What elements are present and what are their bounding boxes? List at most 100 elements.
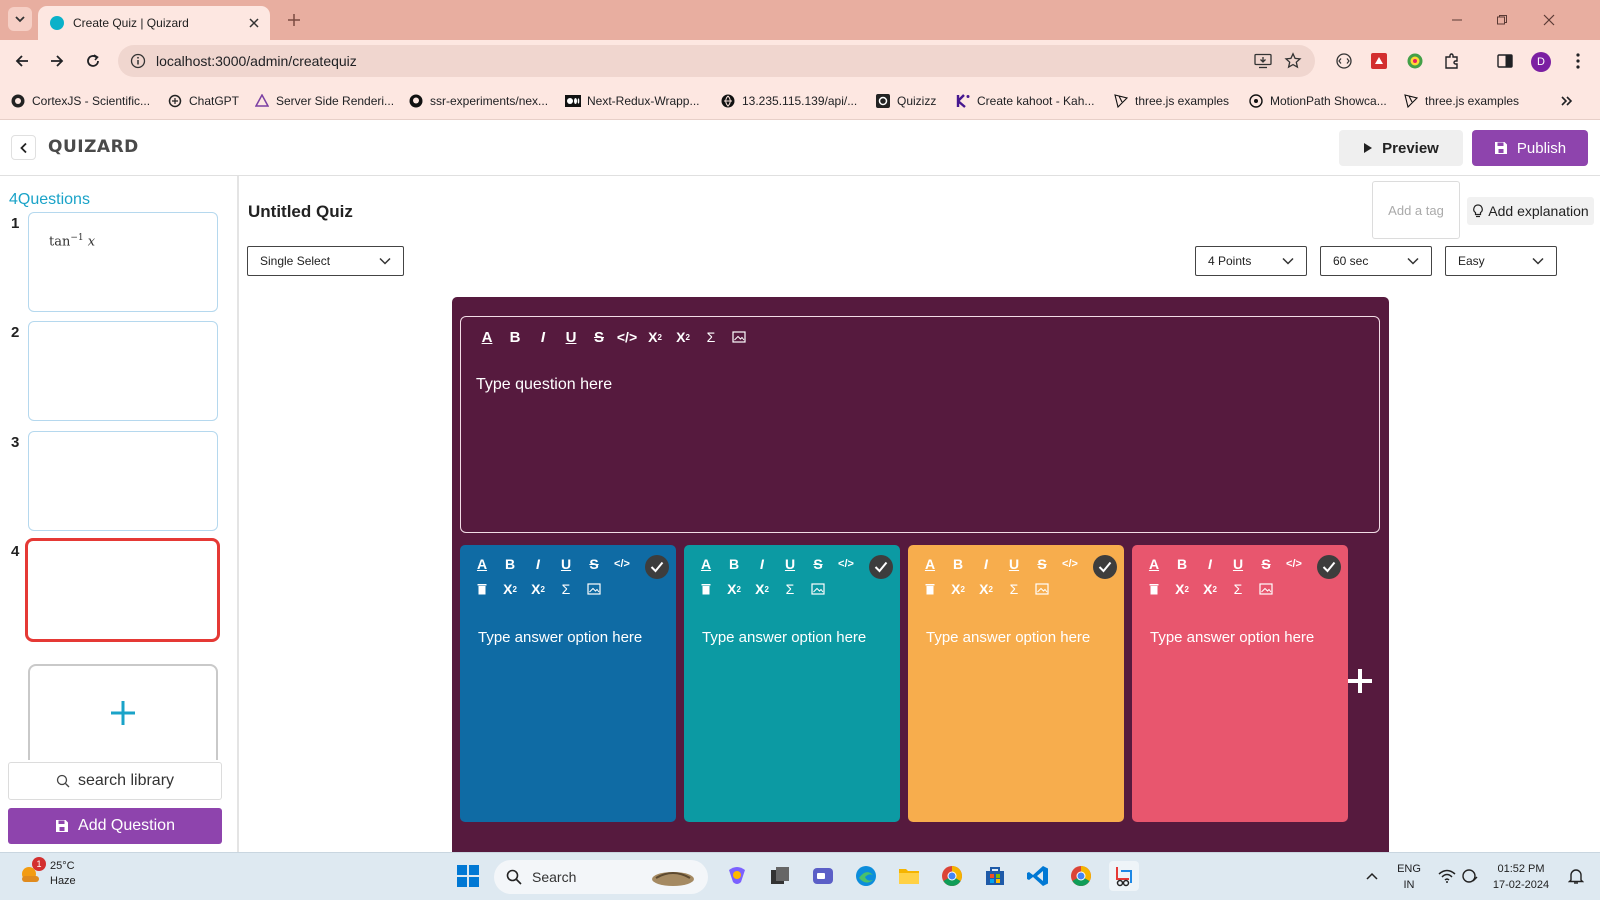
reload-button[interactable] [81,49,105,73]
subscript-icon[interactable]: X2 [641,326,669,348]
question-card-1[interactable]: tan−1 x [28,212,218,312]
extension-dev-icon[interactable] [1333,50,1355,72]
math-sigma-icon[interactable]: Σ [1000,578,1028,600]
bookmark-star-icon[interactable] [1281,49,1305,73]
underline-icon[interactable]: U [557,326,585,348]
question-card-4-active[interactable] [25,538,220,642]
subscript-icon[interactable]: X2 [720,578,748,600]
file-explorer-icon[interactable] [894,861,924,891]
strikethrough-icon[interactable]: S [1252,553,1280,575]
underline-icon[interactable]: U [552,553,580,575]
correct-answer-toggle[interactable] [1317,555,1341,579]
superscript-icon[interactable]: X2 [1196,578,1224,600]
bookmark-item[interactable]: Next-Redux-Wrapp... [565,91,699,111]
question-card-2[interactable] [28,321,218,421]
bookmark-item[interactable]: ChatGPT [167,91,239,111]
minimize-button[interactable] [1444,8,1470,32]
add-question-button[interactable]: Add Question [8,808,222,844]
start-button[interactable] [453,861,483,891]
browser-menu-icon[interactable] [1567,50,1589,72]
underline-icon[interactable]: U [776,553,804,575]
forward-nav-button[interactable] [45,49,69,73]
edge-icon[interactable] [851,861,881,891]
language-indicator[interactable]: ENG IN [1394,861,1424,893]
task-view-icon[interactable] [765,861,795,891]
text-color-icon[interactable]: A [473,326,501,348]
text-color-icon[interactable]: A [468,553,496,575]
bold-icon[interactable]: B [496,553,524,575]
answer-option-4[interactable]: A B I U S </> X2 X2 Σ Type answer option… [1132,545,1348,822]
tab-search-button[interactable] [8,7,32,31]
code-icon[interactable]: </> [613,326,641,348]
snipping-tool-icon[interactable] [1109,861,1139,891]
preview-button[interactable]: Preview [1339,130,1463,166]
strikethrough-icon[interactable]: S [580,553,608,575]
question-type-select[interactable]: Single Select [247,246,404,276]
italic-icon[interactable]: I [529,326,557,348]
subscript-icon[interactable]: X2 [944,578,972,600]
superscript-icon[interactable]: X2 [748,578,776,600]
superscript-icon[interactable]: X2 [524,578,552,600]
bold-icon[interactable]: B [501,326,529,348]
image-icon[interactable] [1252,578,1280,600]
store-icon[interactable] [980,861,1010,891]
subscript-icon[interactable]: X2 [1168,578,1196,600]
answer-option-2[interactable]: A B I U S </> X2 X2 Σ Type answer option… [684,545,900,822]
code-icon[interactable]: </> [608,553,636,575]
bookmark-item[interactable]: three.js examples [1403,91,1519,111]
code-icon[interactable]: </> [1056,553,1084,575]
address-bar[interactable]: localhost:3000/admin/createquiz [118,45,1315,77]
math-sigma-icon[interactable]: Σ [1224,578,1252,600]
text-color-icon[interactable]: A [916,553,944,575]
taskbar-search[interactable]: Search [494,860,708,894]
search-library-button[interactable]: search library [8,762,222,800]
bold-icon[interactable]: B [944,553,972,575]
delete-icon[interactable] [692,578,720,600]
question-input[interactable]: A B I U S </> X2 X2 Σ Type question here [460,316,1380,533]
bookmark-item[interactable]: Create kahoot - Kah... [955,91,1094,111]
bookmark-item[interactable]: MotionPath Showca... [1248,91,1387,111]
bookmark-item[interactable]: three.js examples [1113,91,1229,111]
chrome-icon-2[interactable] [1066,861,1096,891]
italic-icon[interactable]: I [972,553,1000,575]
copilot-icon[interactable] [722,861,752,891]
side-panel-icon[interactable] [1494,50,1516,72]
add-question-card[interactable] [28,664,218,760]
bookmark-item[interactable]: 13.235.115.139/api/... [720,91,857,111]
strikethrough-icon[interactable]: S [585,326,613,348]
install-app-icon[interactable] [1251,49,1275,73]
chrome-icon[interactable] [937,861,967,891]
back-nav-button[interactable] [10,49,34,73]
extension-color-icon[interactable] [1404,50,1426,72]
difficulty-select[interactable]: Easy [1445,246,1557,276]
extensions-puzzle-icon[interactable] [1441,50,1463,72]
bookmark-item[interactable]: Server Side Renderi... [254,91,394,111]
underline-icon[interactable]: U [1224,553,1252,575]
battery-sync-icon[interactable] [1455,861,1485,891]
math-sigma-icon[interactable]: Σ [776,578,804,600]
restore-button[interactable] [1489,8,1515,32]
notifications-icon[interactable] [1561,861,1591,891]
publish-button[interactable]: Publish [1472,130,1588,166]
more-bookmarks-button[interactable] [1560,91,1574,111]
delete-icon[interactable] [1140,578,1168,600]
points-select[interactable]: 4 Points [1195,246,1307,276]
site-info-icon[interactable] [128,51,148,71]
extension-red-icon[interactable] [1368,50,1390,72]
math-sigma-icon[interactable]: Σ [552,578,580,600]
browser-tab-active[interactable]: Create Quiz | Quizard [38,6,270,40]
image-icon[interactable] [580,578,608,600]
bookmark-item[interactable]: ssr-experiments/nex... [408,91,548,111]
strikethrough-icon[interactable]: S [1028,553,1056,575]
image-icon[interactable] [804,578,832,600]
system-clock[interactable]: 01:52 PM 17-02-2024 [1487,861,1555,893]
italic-icon[interactable]: I [524,553,552,575]
correct-answer-toggle[interactable] [1093,555,1117,579]
answer-option-1[interactable]: A B I U S </> X2 X2 Σ Type answer option… [460,545,676,822]
italic-icon[interactable]: I [1196,553,1224,575]
quiz-title[interactable]: Untitled Quiz [248,202,353,222]
new-tab-button[interactable] [283,9,305,31]
code-icon[interactable]: </> [1280,553,1308,575]
bold-icon[interactable]: B [1168,553,1196,575]
teams-chat-icon[interactable] [808,861,838,891]
